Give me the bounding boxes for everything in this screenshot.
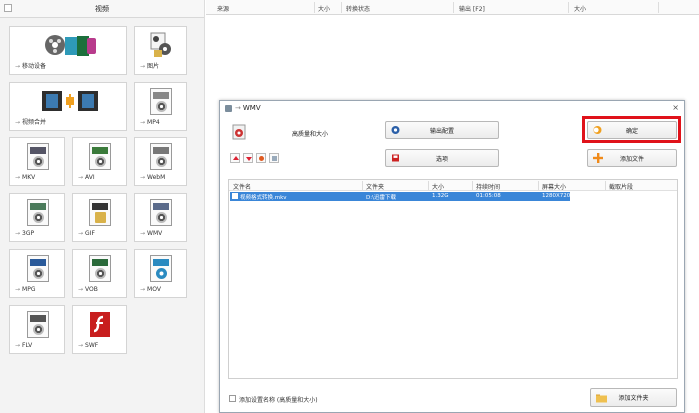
col-filesize[interactable]: 大小 <box>432 182 444 191</box>
add-file-button[interactable]: 添加文件 <box>587 149 677 167</box>
col-duration[interactable]: 持续时间 <box>476 182 500 191</box>
webm-file-icon <box>150 143 172 170</box>
options-icon <box>392 154 399 162</box>
tile-mkv[interactable]: → MKV <box>9 137 65 186</box>
options-label: 选项 <box>435 155 448 163</box>
3gp-file-icon <box>27 199 49 226</box>
swf-file-icon <box>90 312 110 337</box>
add-file-label: 添加文件 <box>619 155 644 163</box>
tile-label: → WMV <box>140 230 163 237</box>
close-icon[interactable]: × <box>672 103 679 112</box>
col-status[interactable]: 转换状态 <box>346 4 370 13</box>
format-sidebar: 视频 → 移动设备 → 图片 → 视频合并 → MP4 → MKV → AVI … <box>0 0 205 413</box>
row-screen-size: 1280X720 <box>542 193 570 199</box>
add-icon <box>593 153 603 163</box>
tile-avi[interactable]: → AVI <box>72 137 127 186</box>
tile-label: → 3GP <box>15 230 35 237</box>
file-table: 文件名 文件夹 大小 持续时间 屏幕大小 截取片段 视频格式转换.mkv D:\… <box>228 179 678 379</box>
add-setting-name-label[interactable]: 添加设置名称 (高质量和大小) <box>239 395 318 404</box>
tile-label: → SWF <box>78 342 99 349</box>
tile-swf[interactable]: → SWF <box>72 305 127 354</box>
tile-vob[interactable]: → VOB <box>72 249 127 298</box>
col-output[interactable]: 输出 [F2] <box>459 4 485 13</box>
video-join-icon <box>42 91 98 111</box>
mkv-file-icon <box>27 143 49 170</box>
output-config-button[interactable]: 输出配置 <box>385 121 499 139</box>
dialog-title: WMV <box>242 104 261 112</box>
col-folder[interactable]: 文件夹 <box>366 182 384 191</box>
app-icon <box>225 104 232 112</box>
tile-label: → MPG <box>15 286 36 293</box>
quality-profile-icon <box>232 124 246 140</box>
tile-wmv[interactable]: → WMV <box>134 193 187 242</box>
settings-icon <box>391 126 400 134</box>
row-size: 1.32G <box>432 193 449 199</box>
video-file-icon <box>232 193 238 199</box>
tile-label: → FLV <box>15 342 33 349</box>
mp4-file-icon <box>150 88 172 115</box>
mobile-device-icon <box>45 35 96 56</box>
tile-label: → 移动设备 <box>15 63 47 70</box>
tile-label: → 图片 <box>140 63 160 70</box>
row-folder: D:\迅雷下载 <box>366 195 396 201</box>
folder-icon <box>596 394 607 402</box>
picture-icon <box>150 32 171 57</box>
mpg-file-icon <box>27 255 49 282</box>
sidebar-title: 视频 <box>95 4 109 13</box>
tile-mov[interactable]: → MOV <box>134 249 187 298</box>
col-filename[interactable]: 文件名 <box>233 182 251 191</box>
vob-file-icon <box>89 255 111 282</box>
tile-label: → VOB <box>78 286 98 293</box>
file-table-header: 文件名 文件夹 大小 持续时间 屏幕大小 截取片段 <box>229 180 677 191</box>
col-output-size[interactable]: 大小 <box>574 4 586 13</box>
add-setting-name-checkbox[interactable] <box>229 395 236 402</box>
tile-label: → MP4 <box>140 119 160 126</box>
tile-label: → AVI <box>78 174 95 181</box>
tile-label: → MKV <box>15 174 36 181</box>
table-row[interactable]: 视频格式转换.mkv D:\迅雷下载 1.32G 01:05:08 1280X7… <box>230 192 570 201</box>
tile-video-join[interactable]: → 视频合并 <box>9 82 127 131</box>
tile-label: → WebM <box>140 174 166 181</box>
main-list-header: 来源 大小 转换状态 输出 [F2] 大小 <box>206 0 699 15</box>
quality-label[interactable]: 高质量和大小 <box>292 129 328 138</box>
tile-label: → GIF <box>78 230 95 237</box>
tile-label: → 视频合并 <box>15 119 47 126</box>
move-up-icon[interactable] <box>230 153 240 163</box>
highlight-box <box>582 116 681 143</box>
flv-file-icon <box>27 311 49 338</box>
wmv-file-icon <box>150 199 172 226</box>
wmv-settings-dialog: → WMV × 高质量和大小 输出配置 确定 选项 添加文件 文件名 文件夹 大… <box>219 100 685 413</box>
gif-file-icon <box>89 199 111 226</box>
tile-mp4[interactable]: → MP4 <box>134 82 187 131</box>
tile-label: → MOV <box>140 286 161 293</box>
move-down-icon[interactable] <box>243 153 253 163</box>
add-folder-label: 添加文件夹 <box>618 395 649 402</box>
tile-webm[interactable]: → WebM <box>134 137 187 186</box>
tile-mpg[interactable]: → MPG <box>9 249 65 298</box>
tile-picture[interactable]: → 图片 <box>134 26 187 75</box>
tile-mobile-device[interactable]: → 移动设备 <box>9 26 127 75</box>
mov-file-icon <box>150 255 172 282</box>
row-filename: 视频格式转换.mkv <box>240 195 287 201</box>
row-duration: 01:05:08 <box>476 193 501 199</box>
tile-gif[interactable]: → GIF <box>72 193 127 242</box>
tile-flv[interactable]: → FLV <box>9 305 65 354</box>
output-config-label: 输出配置 <box>429 127 454 135</box>
options-button[interactable]: 选项 <box>385 149 499 167</box>
col-clip[interactable]: 截取片段 <box>609 182 633 191</box>
add-folder-button[interactable]: 添加文件夹 <box>590 388 677 407</box>
collapse-icon[interactable] <box>4 4 12 12</box>
dialog-titlebar: → WMV <box>220 101 684 115</box>
tile-3gp[interactable]: → 3GP <box>9 193 65 242</box>
file-toolbar <box>230 153 279 163</box>
sidebar-header: 视频 <box>0 0 204 18</box>
avi-file-icon <box>89 143 111 170</box>
col-size[interactable]: 大小 <box>318 4 330 13</box>
clear-list-icon[interactable] <box>269 153 279 163</box>
remove-icon[interactable] <box>256 153 266 163</box>
col-source[interactable]: 来源 <box>217 4 229 13</box>
col-screen-size[interactable]: 屏幕大小 <box>542 182 566 191</box>
